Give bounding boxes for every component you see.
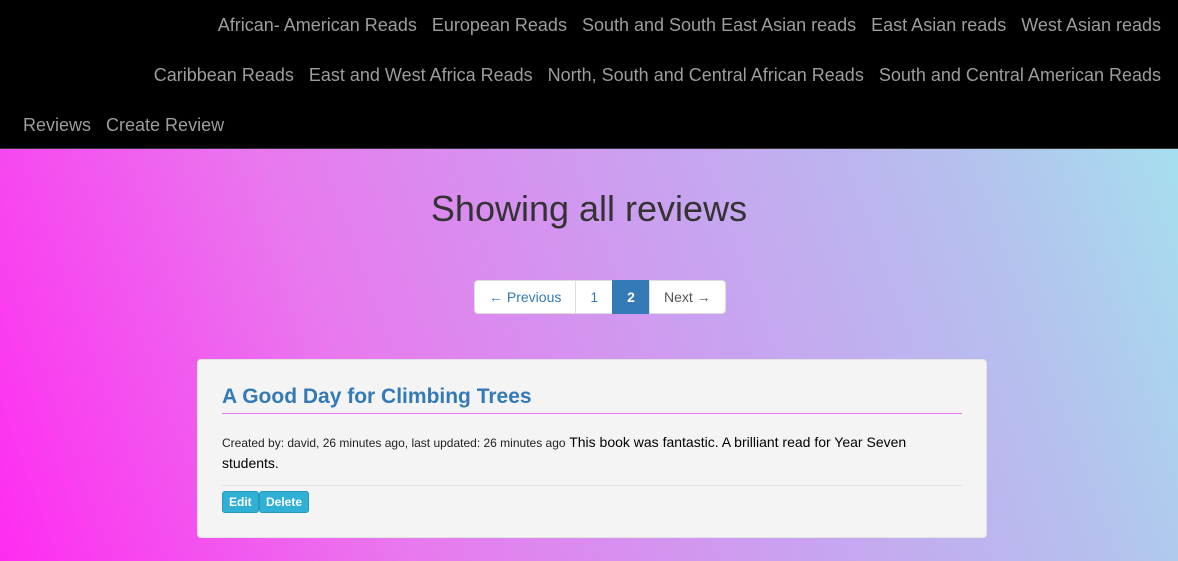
edit-button[interactable]: Edit xyxy=(222,491,259,513)
nav-row-3: Reviews Create Review xyxy=(0,100,1178,150)
review-body: Created by: david, 26 minutes ago, last … xyxy=(222,432,922,473)
pagination: ← Previous 1 2 Next → xyxy=(474,280,726,314)
nav-link-north-south-central-african-reads[interactable]: North, South and Central African Reads xyxy=(548,65,864,86)
previous-page-link[interactable]: ← Previous xyxy=(474,280,577,314)
page-link-2-active[interactable]: 2 xyxy=(612,280,650,314)
nav-link-south-central-american-reads[interactable]: South and Central American Reads xyxy=(879,65,1161,86)
nav-row-2: Caribbean Reads East and West Africa Rea… xyxy=(0,50,1178,100)
nav-link-west-asian-reads[interactable]: West Asian reads xyxy=(1021,15,1161,36)
nav-link-create-review[interactable]: Create Review xyxy=(106,115,224,136)
nav-row-1: African- American Reads European Reads S… xyxy=(0,0,1178,50)
next-page-link[interactable]: Next → xyxy=(648,280,726,314)
nav-link-reviews[interactable]: Reviews xyxy=(23,115,91,136)
page-title: Showing all reviews xyxy=(430,188,748,229)
nav-link-european-reads[interactable]: European Reads xyxy=(432,15,567,36)
top-navbar: African- American Reads European Reads S… xyxy=(0,0,1178,149)
review-meta: Created by: david, 26 minutes ago, last … xyxy=(222,436,566,450)
nav-link-east-west-africa-reads[interactable]: East and West Africa Reads xyxy=(309,65,533,86)
nav-link-african-american-reads[interactable]: African- American Reads xyxy=(218,15,417,36)
page-link-1[interactable]: 1 xyxy=(575,280,614,314)
nav-link-caribbean-reads[interactable]: Caribbean Reads xyxy=(154,65,294,86)
nav-link-south-east-asian-reads[interactable]: South and South East Asian reads xyxy=(582,15,856,36)
review-card: A Good Day for Climbing Trees Created by… xyxy=(197,359,987,538)
card-divider xyxy=(222,485,962,486)
nav-link-east-asian-reads[interactable]: East Asian reads xyxy=(871,15,1006,36)
review-title-link[interactable]: A Good Day for Climbing Trees xyxy=(222,385,962,414)
delete-button[interactable]: Delete xyxy=(259,491,310,513)
